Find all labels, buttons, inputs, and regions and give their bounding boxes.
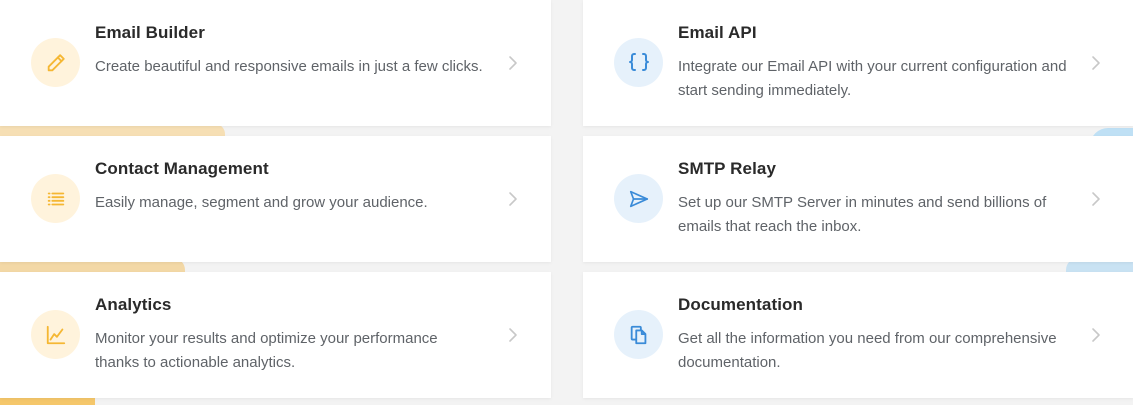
card-description: Set up our SMTP Server in minutes and se… [678,194,1047,235]
card-description: Monitor your results and optimize your p… [95,330,438,371]
card-title: SMTP Relay [678,159,777,178]
chevron-right-icon[interactable] [1088,324,1104,346]
chevron-right-icon[interactable] [1088,52,1104,74]
card-smtp-relay[interactable]: SMTP Relay Set up our SMTP Server in min… [583,136,1133,262]
line-chart-icon [31,310,80,359]
card-title: Analytics [95,295,172,314]
send-icon [614,174,663,223]
chevron-right-icon[interactable] [505,324,521,346]
chevron-right-icon[interactable] [1088,188,1104,210]
card-contact-management[interactable]: Contact Management Easily manage, segmen… [0,136,551,262]
card-email-builder[interactable]: Email Builder Create beautiful and respo… [0,0,551,126]
card-title: Contact Management [95,159,269,178]
documents-icon [614,310,663,359]
pencil-icon [31,38,80,87]
card-title: Email Builder [95,23,205,42]
chevron-right-icon[interactable] [505,52,521,74]
card-documentation[interactable]: Documentation Get all the information yo… [583,272,1133,398]
card-description: Integrate our Email API with your curren… [678,58,1067,99]
curly-braces-icon [614,38,663,87]
card-title: Documentation [678,295,804,314]
card-analytics[interactable]: Analytics Monitor your results and optim… [0,272,551,398]
card-description: Create beautiful and responsive emails i… [95,58,483,75]
list-icon [31,174,80,223]
card-description: Easily manage, segment and grow your aud… [95,194,428,211]
card-description: Get all the information you need from ou… [678,330,1057,371]
card-title: Email API [678,23,757,42]
chevron-right-icon[interactable] [505,188,521,210]
card-email-api[interactable]: Email API Integrate our Email API with y… [583,0,1133,126]
